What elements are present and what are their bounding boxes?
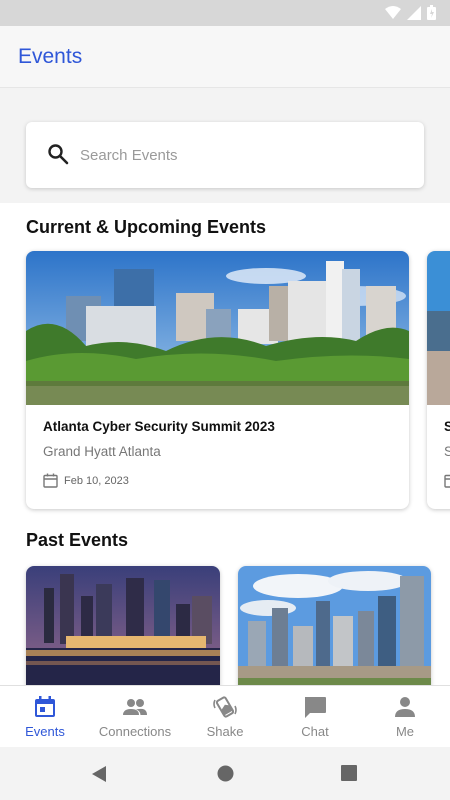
event-venue: S [444, 444, 450, 459]
current-events-heading: Current & Upcoming Events [26, 217, 267, 237]
battery-icon [427, 5, 436, 20]
search-section [0, 89, 450, 203]
event-date-row: Feb 10, 2023 [43, 473, 129, 488]
event-title: S [444, 419, 450, 434]
search-input[interactable] [80, 140, 400, 170]
nav-item-chat[interactable]: Chat [270, 686, 360, 747]
chat-bubble-icon [305, 697, 326, 718]
event-venue: Grand Hyatt Atlanta [43, 444, 161, 459]
app-bar: Events [0, 26, 450, 88]
event-card[interactable]: S S [427, 251, 450, 509]
nav-item-connections[interactable]: Connections [90, 686, 180, 747]
event-title: Atlanta Cyber Security Summit 2023 [43, 419, 275, 434]
past-event-card[interactable] [238, 566, 431, 685]
status-bar [0, 0, 450, 26]
status-icons [385, 5, 436, 20]
event-card[interactable]: Atlanta Cyber Security Summit 2023 Grand… [26, 251, 409, 509]
shake-phone-icon [213, 696, 237, 718]
page-title: Events [18, 45, 83, 68]
event-image-night-skyline [26, 566, 220, 685]
recents-icon[interactable] [341, 765, 357, 781]
nav-label: Chat [301, 724, 329, 739]
nav-label: Events [25, 724, 65, 739]
system-nav-bar [0, 747, 450, 800]
event-image [427, 251, 450, 405]
nav-label: Shake [206, 724, 244, 739]
event-image-day-skyline [238, 566, 431, 685]
nav-label: Connections [98, 724, 172, 739]
nav-item-me[interactable]: Me [360, 686, 450, 747]
search-box[interactable] [26, 122, 424, 188]
people-icon [123, 699, 147, 715]
calendar-icon [35, 696, 55, 717]
search-icon [48, 144, 69, 165]
events-content[interactable]: Current & Upcoming Events Atlanta Cyber … [0, 203, 450, 685]
nav-label: Me [395, 724, 415, 739]
past-event-card[interactable] [26, 566, 220, 685]
calendar-icon [444, 474, 450, 488]
past-events-heading: Past Events [26, 530, 129, 550]
person-icon [395, 697, 415, 717]
home-icon[interactable] [217, 765, 234, 782]
event-image-atlanta-skyline [26, 251, 409, 405]
wifi-icon [385, 5, 401, 19]
event-date-row [444, 473, 450, 488]
nav-item-shake[interactable]: Shake [180, 686, 270, 747]
event-date: Feb 10, 2023 [64, 474, 129, 487]
signal-icon [407, 5, 421, 20]
calendar-icon [43, 473, 58, 488]
nav-item-events[interactable]: Events [0, 686, 90, 747]
back-icon[interactable] [91, 765, 107, 783]
bottom-nav: Events Connections Shake Chat Me [0, 685, 450, 747]
